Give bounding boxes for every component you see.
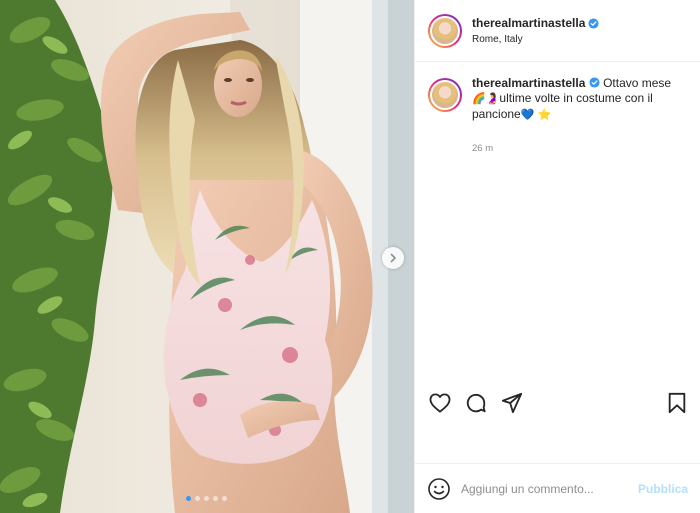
save-button[interactable] bbox=[664, 390, 690, 416]
author-username-link[interactable]: therealmartinastella bbox=[472, 16, 585, 30]
post-header: therealmartinastella Rome, Italy bbox=[415, 0, 700, 62]
caption-comment: therealmartinastella Ottavo mese 🌈🤰ultim… bbox=[428, 76, 690, 156]
verified-badge-icon bbox=[589, 77, 600, 88]
chevron-right-icon bbox=[390, 253, 397, 263]
caption-text-line1: Ottavo mese bbox=[603, 76, 672, 90]
comment-icon bbox=[466, 393, 486, 412]
post-location-link[interactable]: Rome, Italy bbox=[472, 34, 599, 45]
star-emoji: ⭐ bbox=[537, 109, 552, 121]
post-timestamp[interactable]: 26 m bbox=[472, 141, 682, 156]
emoji-picker-icon[interactable] bbox=[427, 477, 451, 501]
caption-username-link[interactable]: therealmartinastella bbox=[472, 76, 585, 90]
carousel-dot bbox=[222, 496, 227, 501]
carousel-dot bbox=[195, 496, 200, 501]
avatar-image bbox=[430, 15, 460, 46]
share-icon bbox=[501, 392, 523, 413]
avatar-image bbox=[430, 80, 460, 110]
caption-text-line2: ultime volte in costume con il pancione bbox=[472, 91, 653, 121]
post-photo[interactable] bbox=[0, 0, 414, 513]
verified-badge-icon bbox=[588, 17, 599, 29]
comment-input[interactable] bbox=[461, 481, 638, 496]
add-comment-bar: Pubblica bbox=[415, 463, 700, 513]
carousel-next-button[interactable] bbox=[382, 247, 404, 269]
carousel-indicator bbox=[186, 496, 227, 501]
publish-button[interactable]: Pubblica bbox=[638, 482, 688, 496]
carousel-dot bbox=[213, 496, 218, 501]
post-sidebar: therealmartinastella Rome, Italy thereal… bbox=[414, 0, 700, 513]
comment-button[interactable] bbox=[463, 390, 489, 416]
bookmark-icon bbox=[668, 392, 686, 413]
carousel-dot bbox=[204, 496, 209, 501]
rainbow-emoji: 🌈 bbox=[472, 93, 486, 105]
share-button[interactable] bbox=[499, 390, 525, 416]
pregnant-emoji: 🤰 bbox=[485, 93, 500, 105]
photo-scene bbox=[0, 0, 414, 513]
author-avatar[interactable] bbox=[428, 13, 462, 48]
blue-heart-emoji: 💙 bbox=[520, 109, 535, 121]
heart-icon bbox=[429, 392, 451, 413]
like-button[interactable] bbox=[427, 390, 453, 416]
carousel-dot bbox=[186, 496, 191, 501]
post-actions bbox=[427, 388, 690, 416]
caption-avatar[interactable] bbox=[428, 78, 462, 112]
